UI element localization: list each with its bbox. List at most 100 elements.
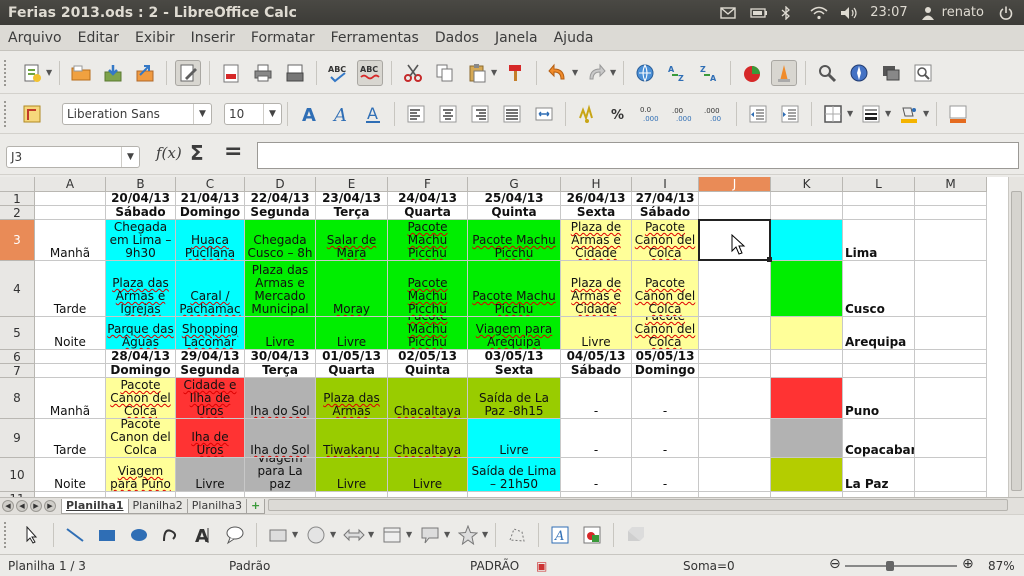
chevron-down-icon[interactable]: ▼ [121,147,139,167]
column-header-i[interactable]: I [632,177,699,192]
cell-h1[interactable]: 26/04/13 [561,192,632,206]
cell-i6[interactable]: 05/05/13 [632,350,699,364]
cell-f2[interactable]: Quarta [388,206,468,220]
volume-icon[interactable] [840,6,857,20]
print-button[interactable] [250,60,276,86]
show-draw-functions-icon[interactable] [771,59,797,86]
sort-ascending-icon[interactable]: AZ [664,60,690,86]
cell-f3[interactable]: Pacote Machu Picchu [388,220,468,261]
cell-f10[interactable]: Livre [388,458,468,492]
freeform-line-icon[interactable] [158,522,184,548]
cell-d8[interactable]: Iha do Sol [245,378,316,419]
sheet-tab-planilha1[interactable]: Planilha1 [61,498,129,514]
menu-dados[interactable]: Dados [427,30,487,46]
cell-a10[interactable]: Noite [35,458,106,492]
next-sheet-button[interactable]: ▶ [30,500,42,512]
cell-b9[interactable]: Pacote Canon del Colca [106,419,176,458]
column-header-b[interactable]: B [106,177,176,192]
cell-m2[interactable] [915,206,987,220]
cell-k9[interactable] [771,419,843,458]
chevron-down-icon[interactable]: ▼ [263,103,281,124]
chevron-down-icon[interactable]: ▼ [193,103,211,124]
column-header-d[interactable]: D [245,177,316,192]
cell-j5[interactable] [699,317,771,350]
cell-b4[interactable]: Plaza das Armas e Igrejas [106,261,176,317]
cell-g1[interactable]: 25/04/13 [468,192,561,206]
cell-l7[interactable] [843,364,915,378]
cell-h5[interactable]: Livre [561,317,632,350]
cell-a8[interactable]: Manhã [35,378,106,419]
cell-i4[interactable]: Pacote Canon del Colca [632,261,699,317]
justify-icon[interactable] [499,101,525,127]
toolbar-grip[interactable] [4,100,10,127]
symbol-shapes-dropdown-arrow[interactable]: ▼ [330,530,338,539]
cell-m10[interactable] [915,458,987,492]
print-preview-button[interactable] [282,60,308,86]
zoom-slider[interactable] [845,565,957,567]
cell-g3[interactable]: Pacote Machu Picchu [468,220,561,261]
cell-k3[interactable] [771,220,843,261]
cell-l6[interactable] [843,350,915,364]
row-header-7[interactable]: 7 [0,364,35,378]
cell-h9[interactable]: - [561,419,632,458]
menu-ajuda[interactable]: Ajuda [546,30,602,46]
menu-formatar[interactable]: Formatar [243,30,323,46]
extrusion-icon[interactable] [622,522,648,548]
cell-a2[interactable] [35,206,106,220]
cell-a9[interactable]: Tarde [35,419,106,458]
scrollbar-thumb[interactable] [1011,191,1022,491]
cell-f5[interactable]: Pacote Machu Picchu [388,317,468,350]
menu-arquivo[interactable]: Arquivo [0,30,70,46]
stars-dropdown-arrow[interactable]: ▼ [482,530,490,539]
align-left-icon[interactable] [403,101,429,127]
from-file-icon[interactable] [579,522,605,548]
sort-descending-icon[interactable]: ZA [696,60,722,86]
cell-f1[interactable]: 24/04/13 [388,192,468,206]
zoom-in-button[interactable]: ⊕ [962,556,974,572]
spreadsheet-grid[interactable]: ABCDEFGHIJKLM1234567891011ManhãTardeNoit… [0,177,1008,497]
cell-g6[interactable]: 03/05/13 [468,350,561,364]
borders-dropdown-arrow[interactable]: ▼ [847,109,855,118]
zoom-out-button[interactable]: ⊖ [829,556,841,572]
cell-i7[interactable]: Domingo [632,364,699,378]
cell-d9[interactable]: Iha do Sol [245,419,316,458]
basic-shapes-icon[interactable] [265,522,291,548]
cell-g9[interactable]: Livre [468,419,561,458]
cell-l2[interactable] [843,206,915,220]
cell-j8[interactable] [699,378,771,419]
clock[interactable]: 23:07 [870,5,907,20]
cell-f6[interactable]: 02/05/13 [388,350,468,364]
paste-dropdown-arrow[interactable]: ▼ [491,68,499,77]
cell-l10[interactable]: La Paz [843,458,915,492]
cell-l1[interactable] [843,192,915,206]
hyperlink-icon[interactable] [632,60,658,86]
cell-f8[interactable]: Chacaltaya [388,378,468,419]
select-arrow-icon[interactable] [19,522,45,548]
cell-d2[interactable]: Segunda [245,206,316,220]
cell-i10[interactable]: - [632,458,699,492]
cell-j10[interactable] [699,458,771,492]
undo-icon[interactable] [545,60,571,86]
find-replace-icon[interactable] [814,60,840,86]
cell-m1[interactable] [915,192,987,206]
align-center-icon[interactable] [435,101,461,127]
cell-a5[interactable]: Noite [35,317,106,350]
styles-formatting-icon[interactable] [19,101,45,127]
align-right-icon[interactable] [467,101,493,127]
rectangle-icon[interactable] [94,522,120,548]
export-button[interactable] [132,60,158,86]
cell-l4[interactable]: Cusco [843,261,915,317]
cell-e1[interactable]: 23/04/13 [316,192,388,206]
row-header-5[interactable]: 5 [0,317,35,350]
cell-e3[interactable]: Salar de Mara [316,220,388,261]
delete-decimal-icon[interactable]: .000.00 [702,101,728,127]
power-icon[interactable] [998,6,1014,20]
cell-k7[interactable] [771,364,843,378]
column-header-h[interactable]: H [561,177,632,192]
cell-c3[interactable]: Huaca Pucllana [176,220,245,261]
cell-k1[interactable] [771,192,843,206]
cell-g2[interactable]: Quinta [468,206,561,220]
cell-e7[interactable]: Quarta [316,364,388,378]
cell-l9[interactable]: Copacabana [843,419,915,458]
toolbar-grip[interactable] [4,59,10,86]
